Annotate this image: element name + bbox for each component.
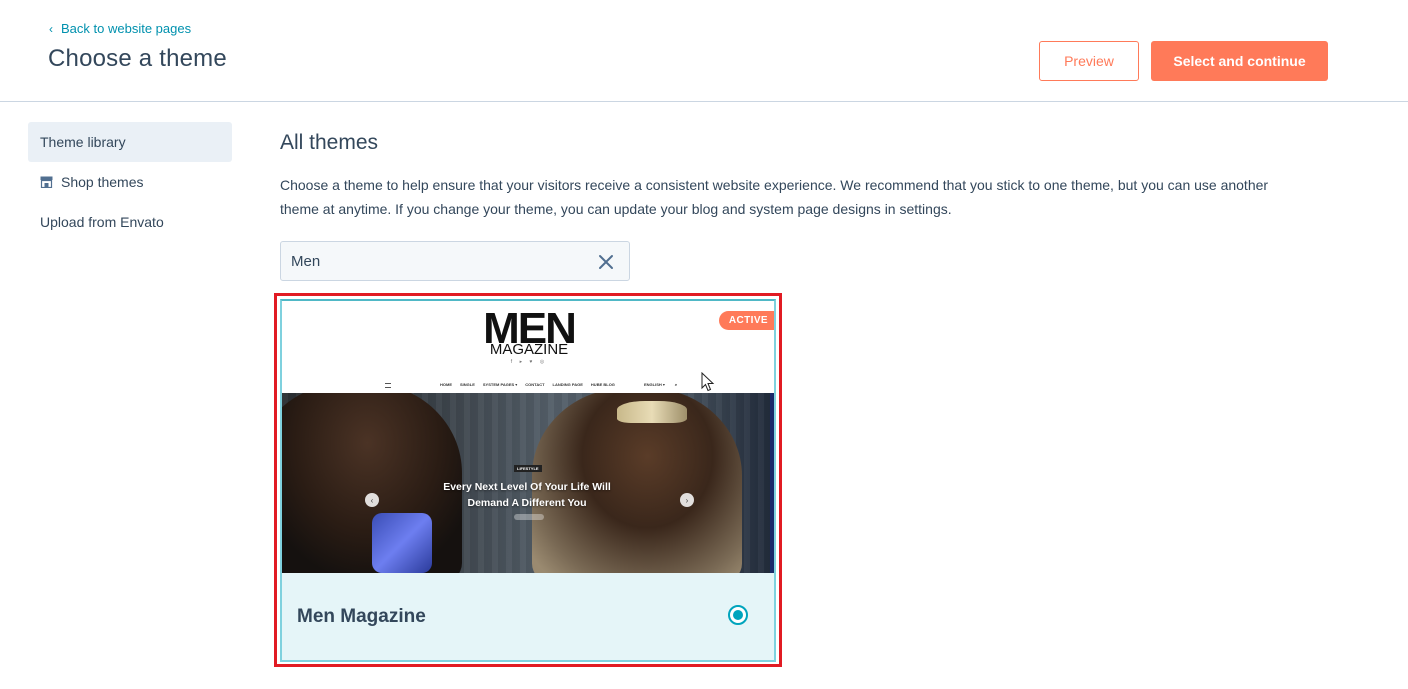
- sidebar: Theme library Shop themes Upload from En…: [28, 122, 232, 242]
- sidebar-item-label: Upload from Envato: [40, 214, 164, 230]
- preview-nav-right: ENGLISH ▾ ⌕: [644, 382, 677, 387]
- preview-logo-sub: MAGAZINE: [489, 341, 569, 358]
- preview-nav-item: SINGLE: [460, 382, 475, 387]
- hamburger-icon: [385, 383, 391, 388]
- shirt-pattern: [372, 513, 432, 573]
- preview-nav-item: SYSTEM PAGES ▾: [482, 382, 518, 387]
- radio-selected-dot: [733, 610, 743, 620]
- preview-button[interactable]: Preview: [1039, 41, 1139, 81]
- select-and-continue-button[interactable]: Select and continue: [1151, 41, 1328, 81]
- theme-preview-hero-image: LIFESTYLE Every Next Level Of Your Life …: [282, 393, 774, 573]
- preview-nav-item: HUBE BLOG: [590, 382, 615, 387]
- preview-language: ENGLISH ▾: [644, 382, 665, 387]
- preview-nav-items: HOME SINGLE SYSTEM PAGES ▾ CONTACT LANDI…: [440, 382, 615, 387]
- mouse-cursor-icon: [701, 372, 715, 392]
- sidebar-item-label: Shop themes: [61, 174, 144, 190]
- preview-nav-item: LANDING PAGE: [552, 382, 583, 387]
- theme-name: Men Magazine: [297, 606, 426, 627]
- section-heading: All themes: [280, 131, 379, 154]
- chevron-left-icon: ‹: [365, 493, 379, 507]
- sidebar-item-upload-from-envato[interactable]: Upload from Envato: [28, 202, 232, 242]
- clear-icon[interactable]: [597, 253, 615, 271]
- theme-search-field[interactable]: [280, 241, 630, 281]
- page-title: Choose a theme: [48, 45, 227, 72]
- chevron-left-icon: ‹: [49, 21, 53, 36]
- headband: [617, 401, 687, 423]
- theme-card-footer: Men Magazine: [282, 573, 774, 660]
- store-icon: [40, 176, 53, 188]
- preview-headline: Every Next Level Of Your Life Will Deman…: [443, 481, 611, 509]
- theme-select-radio[interactable]: [728, 605, 748, 625]
- search-icon: ⌕: [674, 382, 678, 387]
- section-description: Choose a theme to help ensure that your …: [280, 177, 1269, 217]
- sidebar-item-theme-library[interactable]: Theme library: [28, 122, 232, 162]
- preview-nav-item: HOME: [440, 382, 452, 387]
- page-header: ‹ Back to website pages Choose a theme P…: [0, 0, 1408, 102]
- chevron-right-icon: ›: [680, 493, 694, 507]
- theme-search-input[interactable]: [291, 252, 581, 270]
- sidebar-item-label: Theme library: [40, 134, 126, 150]
- active-badge: ACTIVE: [718, 311, 774, 330]
- preview-social-icons: f ▸ ♥ ◎: [510, 359, 548, 365]
- photo-edge: [770, 393, 774, 573]
- theme-card[interactable]: MEN MAGAZINE f ▸ ♥ ◎ ACTIVE HOME SINGLE …: [280, 299, 776, 662]
- preview-author: [514, 514, 544, 520]
- back-link[interactable]: ‹ Back to website pages: [49, 21, 191, 36]
- preview-category-tag: LIFESTYLE: [514, 465, 542, 472]
- back-link-label: Back to website pages: [61, 21, 192, 36]
- preview-nav-item: CONTACT: [525, 382, 545, 387]
- sidebar-item-shop-themes[interactable]: Shop themes: [28, 162, 232, 202]
